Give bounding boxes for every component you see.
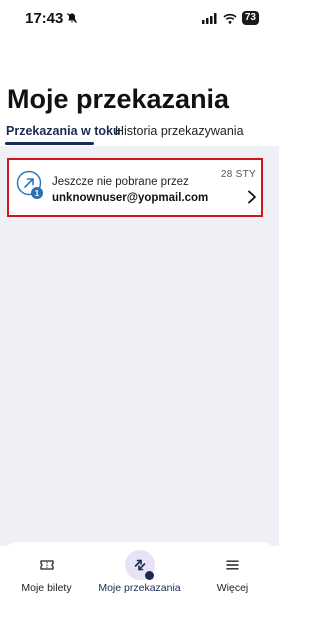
transfer-date: 28 STY	[220, 169, 256, 180]
menu-icon	[226, 560, 239, 570]
status-time: 17:43	[25, 9, 64, 27]
transfer-arrows-icon	[134, 559, 145, 571]
nav-label: Więcej	[216, 582, 249, 594]
page-title: Moje przekazania	[7, 84, 230, 114]
ticket-icon	[39, 560, 54, 570]
transfer-status: Jeszcze nie pobrane przez	[52, 176, 189, 188]
outgoing-arrow-icon: 1	[16, 170, 43, 199]
nav-more[interactable]: Więcej	[186, 542, 279, 624]
wifi-icon	[223, 13, 237, 24]
nav-my-tickets[interactable]: Moje bilety	[0, 542, 93, 624]
status-bar: 17:43 73	[0, 0, 279, 36]
transfer-card[interactable]: 1 28 STY Jeszcze nie pobrane przez unkno…	[7, 158, 263, 217]
battery-indicator: 73	[241, 11, 259, 25]
tab-transfers-in-progress[interactable]: Przekazania w toku	[6, 124, 121, 138]
transfer-count-badge: 1	[35, 189, 40, 198]
bell-off-icon	[67, 13, 78, 23]
tab-transfer-history[interactable]: Historia przekazywania	[115, 124, 244, 138]
nav-label: Moje bilety	[21, 582, 72, 594]
nav-label: Moje przekazania	[98, 582, 181, 594]
active-nav-dot	[144, 571, 154, 580]
tab-bar: Przekazania w toku Historia przekazywani…	[0, 118, 279, 146]
bottom-navigation: Moje bilety Moje przekazania Więcej	[0, 542, 279, 624]
nav-my-transfers[interactable]: Moje przekazania	[93, 542, 186, 624]
chevron-right-icon	[248, 190, 256, 204]
signal-icon	[201, 12, 217, 24]
recipient-email: unknownuser@yopmail.com	[52, 192, 209, 204]
active-tab-indicator	[5, 142, 94, 145]
